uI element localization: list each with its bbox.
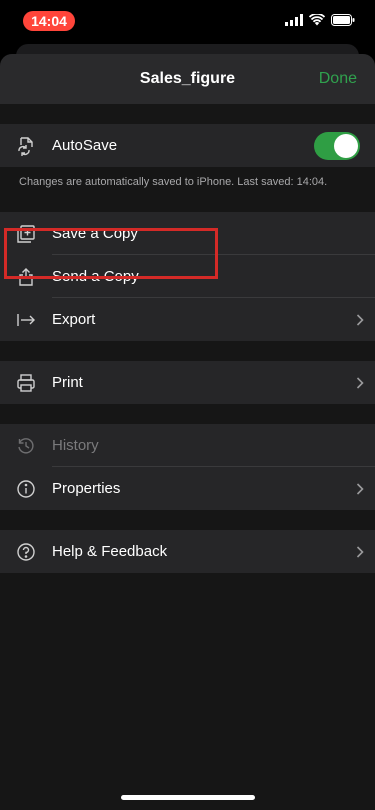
properties-row[interactable]: Properties	[0, 467, 375, 510]
print-row[interactable]: Print	[0, 361, 375, 404]
done-button[interactable]: Done	[319, 70, 357, 88]
autosave-label: AutoSave	[52, 137, 118, 154]
chevron-right-icon	[345, 482, 375, 495]
printer-icon	[0, 373, 52, 393]
chevron-right-icon	[345, 313, 375, 326]
print-group: Print	[0, 361, 375, 404]
send-a-copy-row[interactable]: Send a Copy	[0, 255, 375, 298]
help-feedback-row[interactable]: Help & Feedback	[0, 530, 375, 573]
save-group: Save a Copy Send a Copy Export	[0, 212, 375, 341]
chevron-right-icon	[345, 545, 375, 558]
status-bar: 14:04	[0, 0, 375, 44]
info-group: History Properties	[0, 424, 375, 510]
home-indicator	[121, 795, 255, 800]
history-row: History	[0, 424, 375, 467]
autosave-icon	[0, 136, 52, 156]
print-label: Print	[52, 374, 83, 391]
export-row[interactable]: Export	[0, 298, 375, 341]
chevron-right-icon	[345, 376, 375, 389]
autosave-row: AutoSave	[0, 124, 375, 167]
help-icon	[0, 542, 52, 562]
toggle-knob	[334, 133, 358, 158]
status-time: 14:04	[23, 11, 75, 31]
help-group: Help & Feedback	[0, 530, 375, 573]
properties-label: Properties	[52, 480, 121, 497]
history-icon	[0, 436, 52, 456]
autosave-group: AutoSave	[0, 124, 375, 167]
autosave-note: Changes are automatically saved to iPhon…	[19, 176, 328, 188]
battery-icon	[331, 14, 355, 26]
info-icon	[0, 479, 52, 499]
share-icon	[0, 267, 52, 287]
sheet-header: Sales_figure Done	[0, 54, 375, 104]
cellular-signal-icon	[285, 14, 303, 26]
save-a-copy-label: Save a Copy	[52, 225, 138, 242]
file-menu-sheet: Sales_figure Done AutoSave Changes are a…	[0, 54, 375, 810]
save-copy-icon	[0, 224, 52, 244]
send-a-copy-label: Send a Copy	[52, 268, 139, 285]
export-label: Export	[52, 311, 96, 328]
help-feedback-label: Help & Feedback	[52, 543, 168, 560]
wifi-icon	[309, 14, 325, 26]
export-icon	[0, 310, 52, 330]
autosave-toggle[interactable]	[314, 131, 360, 160]
status-icons	[285, 14, 355, 26]
history-label: History	[52, 437, 99, 454]
save-a-copy-row[interactable]: Save a Copy	[0, 212, 375, 255]
